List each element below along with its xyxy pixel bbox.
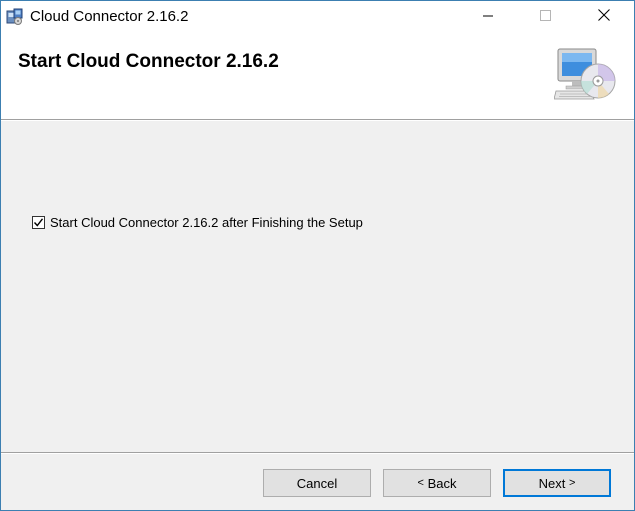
back-button[interactable]: < Back bbox=[383, 469, 491, 497]
computer-with-disc-icon bbox=[553, 47, 618, 105]
window-title: Cloud Connector 2.16.2 bbox=[30, 8, 189, 25]
maximize-button[interactable] bbox=[522, 1, 568, 33]
maximize-icon bbox=[539, 8, 551, 26]
header-divider-highlight bbox=[1, 120, 634, 121]
installer-package-icon bbox=[6, 8, 24, 26]
next-button-label: Next bbox=[538, 475, 566, 491]
close-button[interactable] bbox=[581, 1, 627, 33]
close-icon bbox=[598, 8, 610, 26]
start-after-setup-checkbox[interactable] bbox=[32, 216, 45, 229]
start-after-setup-option[interactable]: Start Cloud Connector 2.16.2 after Finis… bbox=[32, 215, 363, 230]
cancel-button-label: Cancel bbox=[296, 475, 338, 491]
minimize-icon bbox=[483, 8, 493, 26]
installer-window: Cloud Connector 2.16.2 Start Cloud Conne… bbox=[0, 0, 635, 511]
cancel-button[interactable]: Cancel bbox=[263, 469, 371, 497]
header-banner: Start Cloud Connector 2.16.2 bbox=[1, 33, 634, 119]
next-button[interactable]: Next > bbox=[503, 469, 611, 497]
next-arrow-icon: > bbox=[568, 477, 576, 489]
title-bar[interactable]: Cloud Connector 2.16.2 bbox=[1, 1, 634, 33]
start-after-setup-label[interactable]: Start Cloud Connector 2.16.2 after Finis… bbox=[50, 215, 363, 230]
minimize-button[interactable] bbox=[465, 1, 511, 33]
footer-divider-highlight bbox=[1, 453, 634, 454]
back-arrow-icon: < bbox=[417, 477, 424, 489]
page-title: Start Cloud Connector 2.16.2 bbox=[18, 51, 279, 72]
back-button-label: Back bbox=[427, 475, 457, 491]
